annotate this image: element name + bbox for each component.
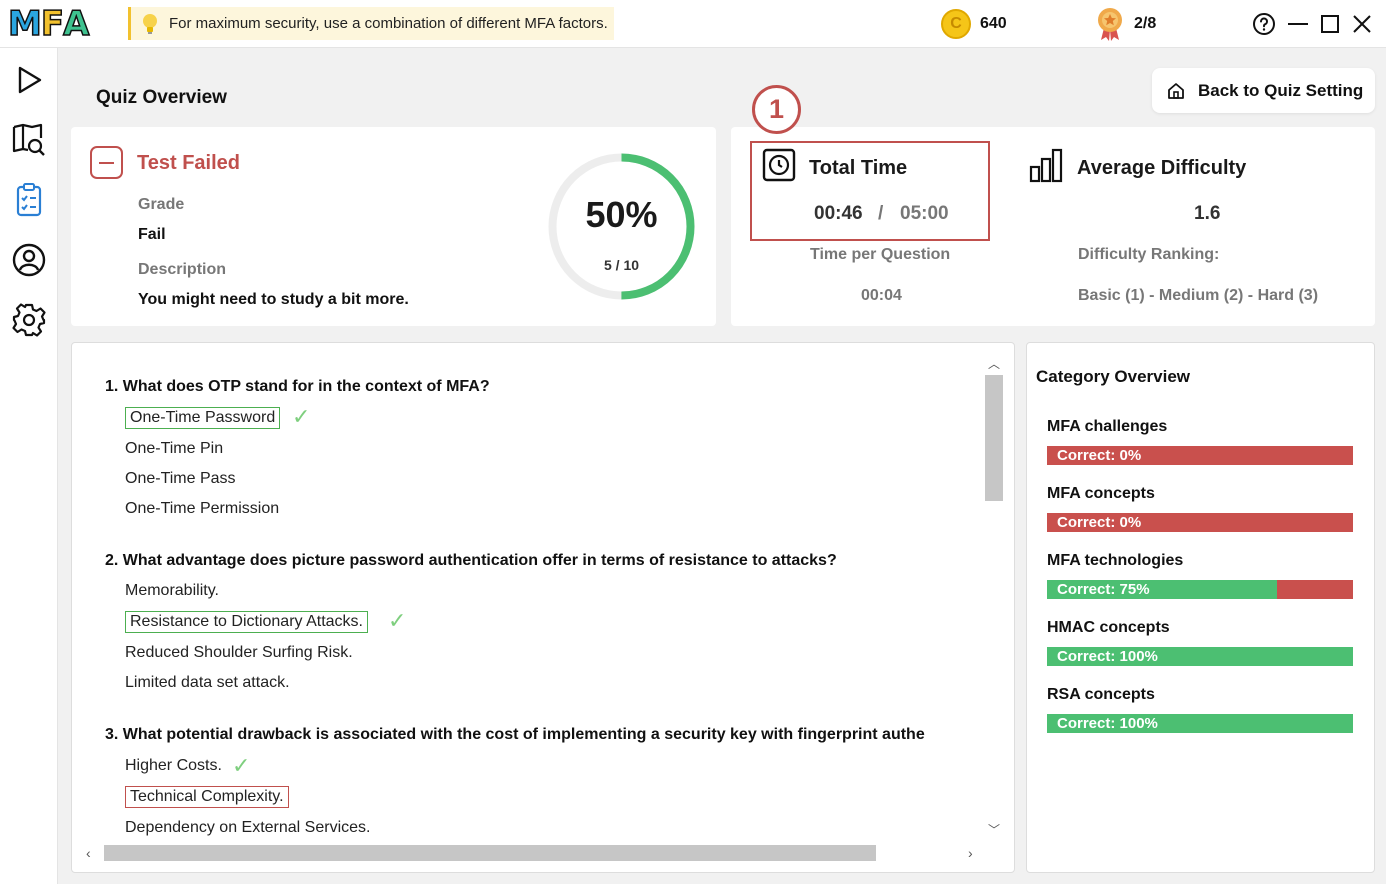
minus-box-icon bbox=[90, 146, 123, 179]
horizontal-scroll-thumb[interactable] bbox=[104, 845, 876, 861]
difficulty-ranking-value: Basic (1) - Medium (2) - Hard (3) bbox=[1078, 287, 1319, 304]
score-count: 5 / 10 bbox=[603, 257, 640, 273]
scroll-up-icon[interactable]: ︿ bbox=[988, 355, 1000, 372]
time-per-question-value: 00:04 bbox=[861, 287, 902, 304]
check-icon: ✓ bbox=[292, 404, 311, 429]
category-name: MFA concepts bbox=[1047, 485, 1155, 502]
category-correct-label: Correct: 75% bbox=[1057, 581, 1150, 598]
category-overview-title: Category Overview bbox=[1036, 367, 1191, 386]
minimize-icon[interactable] bbox=[1286, 12, 1310, 36]
back-button-label: Back to Quiz Setting bbox=[1198, 80, 1364, 100]
question-title: 2. What advantage does picture password … bbox=[105, 552, 837, 569]
coin-icon: C bbox=[941, 9, 971, 39]
security-tip-banner: For maximum security, use a combination … bbox=[128, 7, 614, 40]
category-progress-bar: Correct: 0% bbox=[1047, 446, 1353, 465]
play-icon bbox=[18, 66, 42, 94]
back-to-quiz-setting-button[interactable]: Back to Quiz Setting bbox=[1152, 68, 1375, 113]
category-name: MFA challenges bbox=[1047, 418, 1168, 435]
category-name: RSA concepts bbox=[1047, 686, 1155, 703]
question-title: 3. What potential drawback is associated… bbox=[105, 726, 925, 743]
answer-option: One-Time Pass bbox=[125, 470, 236, 487]
test-status: Test Failed bbox=[137, 152, 240, 174]
total-time-highlight bbox=[750, 141, 990, 241]
sidebar-item-map-search[interactable] bbox=[9, 120, 49, 160]
average-difficulty-value: 1.6 bbox=[1194, 203, 1221, 224]
answer-option: Limited data set attack. bbox=[125, 674, 290, 691]
scroll-left-icon[interactable]: ‹ bbox=[86, 845, 91, 861]
score-percent: 50% bbox=[585, 194, 658, 235]
top-bar: MFA For maximum security, use a combinat… bbox=[0, 0, 1386, 48]
map-search-icon bbox=[12, 123, 45, 156]
category-correct-label: Correct: 100% bbox=[1057, 715, 1158, 732]
answer-option: One-Time Permission bbox=[125, 500, 280, 517]
category-progress-bar: Correct: 0% bbox=[1047, 513, 1353, 532]
sidebar-item-quiz[interactable] bbox=[9, 180, 49, 220]
check-icon: ✓ bbox=[232, 753, 251, 778]
category-correct-label: Correct: 100% bbox=[1057, 648, 1158, 665]
vertical-scroll-thumb[interactable] bbox=[985, 375, 1003, 501]
answer-option: One-Time Pin bbox=[125, 440, 224, 457]
answer-option: Reduced Shoulder Surfing Risk. bbox=[125, 644, 353, 661]
questions-panel[interactable]: 1. What does OTP stand for in the contex… bbox=[71, 342, 1015, 873]
sidebar bbox=[0, 48, 58, 884]
result-card: Test Failed Grade Fail Description You m… bbox=[71, 127, 716, 326]
answer-option: Dependency on External Services. bbox=[125, 819, 371, 836]
callout-marker: 1 bbox=[752, 85, 801, 134]
category-overview-panel: Category Overview MFA challenges Correct… bbox=[1026, 342, 1375, 873]
category-name: HMAC concepts bbox=[1047, 619, 1170, 636]
sidebar-item-settings[interactable] bbox=[9, 300, 49, 340]
answer-option: One-Time Password bbox=[125, 407, 281, 429]
lightbulb-icon bbox=[143, 14, 157, 34]
category-progress-bar: Correct: 75% bbox=[1047, 580, 1353, 599]
average-difficulty-label: Average Difficulty bbox=[1077, 157, 1247, 179]
bar-chart-icon bbox=[1029, 148, 1063, 183]
maximize-icon[interactable] bbox=[1318, 12, 1342, 36]
scroll-right-icon[interactable]: › bbox=[968, 845, 973, 861]
category-correct-label: Correct: 0% bbox=[1057, 514, 1142, 531]
help-icon[interactable] bbox=[1252, 12, 1276, 36]
difficulty-ranking-label: Difficulty Ranking: bbox=[1078, 246, 1220, 263]
gear-icon bbox=[12, 303, 46, 337]
check-icon: ✓ bbox=[388, 608, 407, 633]
page-title: Quiz Overview bbox=[96, 87, 227, 108]
sidebar-item-profile[interactable] bbox=[9, 240, 49, 280]
badge-count: 2/8 bbox=[1134, 15, 1157, 32]
questions-list: 1. What does OTP stand for in the contex… bbox=[72, 343, 984, 843]
question-title: 1. What does OTP stand for in the contex… bbox=[105, 378, 490, 395]
answer-option: Memorability. bbox=[125, 582, 219, 599]
category-name: MFA technologies bbox=[1047, 552, 1184, 569]
user-icon bbox=[12, 243, 46, 277]
time-per-question-label: Time per Question bbox=[810, 246, 951, 263]
scroll-down-icon[interactable]: ﹀ bbox=[988, 821, 1000, 838]
category-progress-bar: Correct: 100% bbox=[1047, 647, 1353, 666]
description-label: Description bbox=[138, 261, 227, 278]
answer-option: Technical Complexity. bbox=[125, 786, 289, 808]
checklist-icon bbox=[16, 183, 42, 217]
description-value: You might need to study a bit more. bbox=[138, 291, 409, 308]
coin-count: 640 bbox=[980, 15, 1007, 32]
grade-label: Grade bbox=[138, 196, 185, 213]
close-icon[interactable] bbox=[1350, 12, 1374, 36]
home-icon bbox=[1168, 82, 1184, 99]
category-correct-label: Correct: 0% bbox=[1057, 447, 1142, 464]
medal-icon bbox=[1098, 8, 1122, 41]
answer-option: Higher Costs. bbox=[125, 757, 222, 774]
sidebar-item-play[interactable] bbox=[9, 60, 49, 100]
mfa-logo: MFA bbox=[7, 3, 90, 45]
answer-option: Resistance to Dictionary Attacks. bbox=[125, 611, 368, 633]
security-tip-text: For maximum security, use a combination … bbox=[169, 15, 608, 32]
grade-value: Fail bbox=[138, 226, 166, 243]
category-progress-bar: Correct: 100% bbox=[1047, 714, 1353, 733]
